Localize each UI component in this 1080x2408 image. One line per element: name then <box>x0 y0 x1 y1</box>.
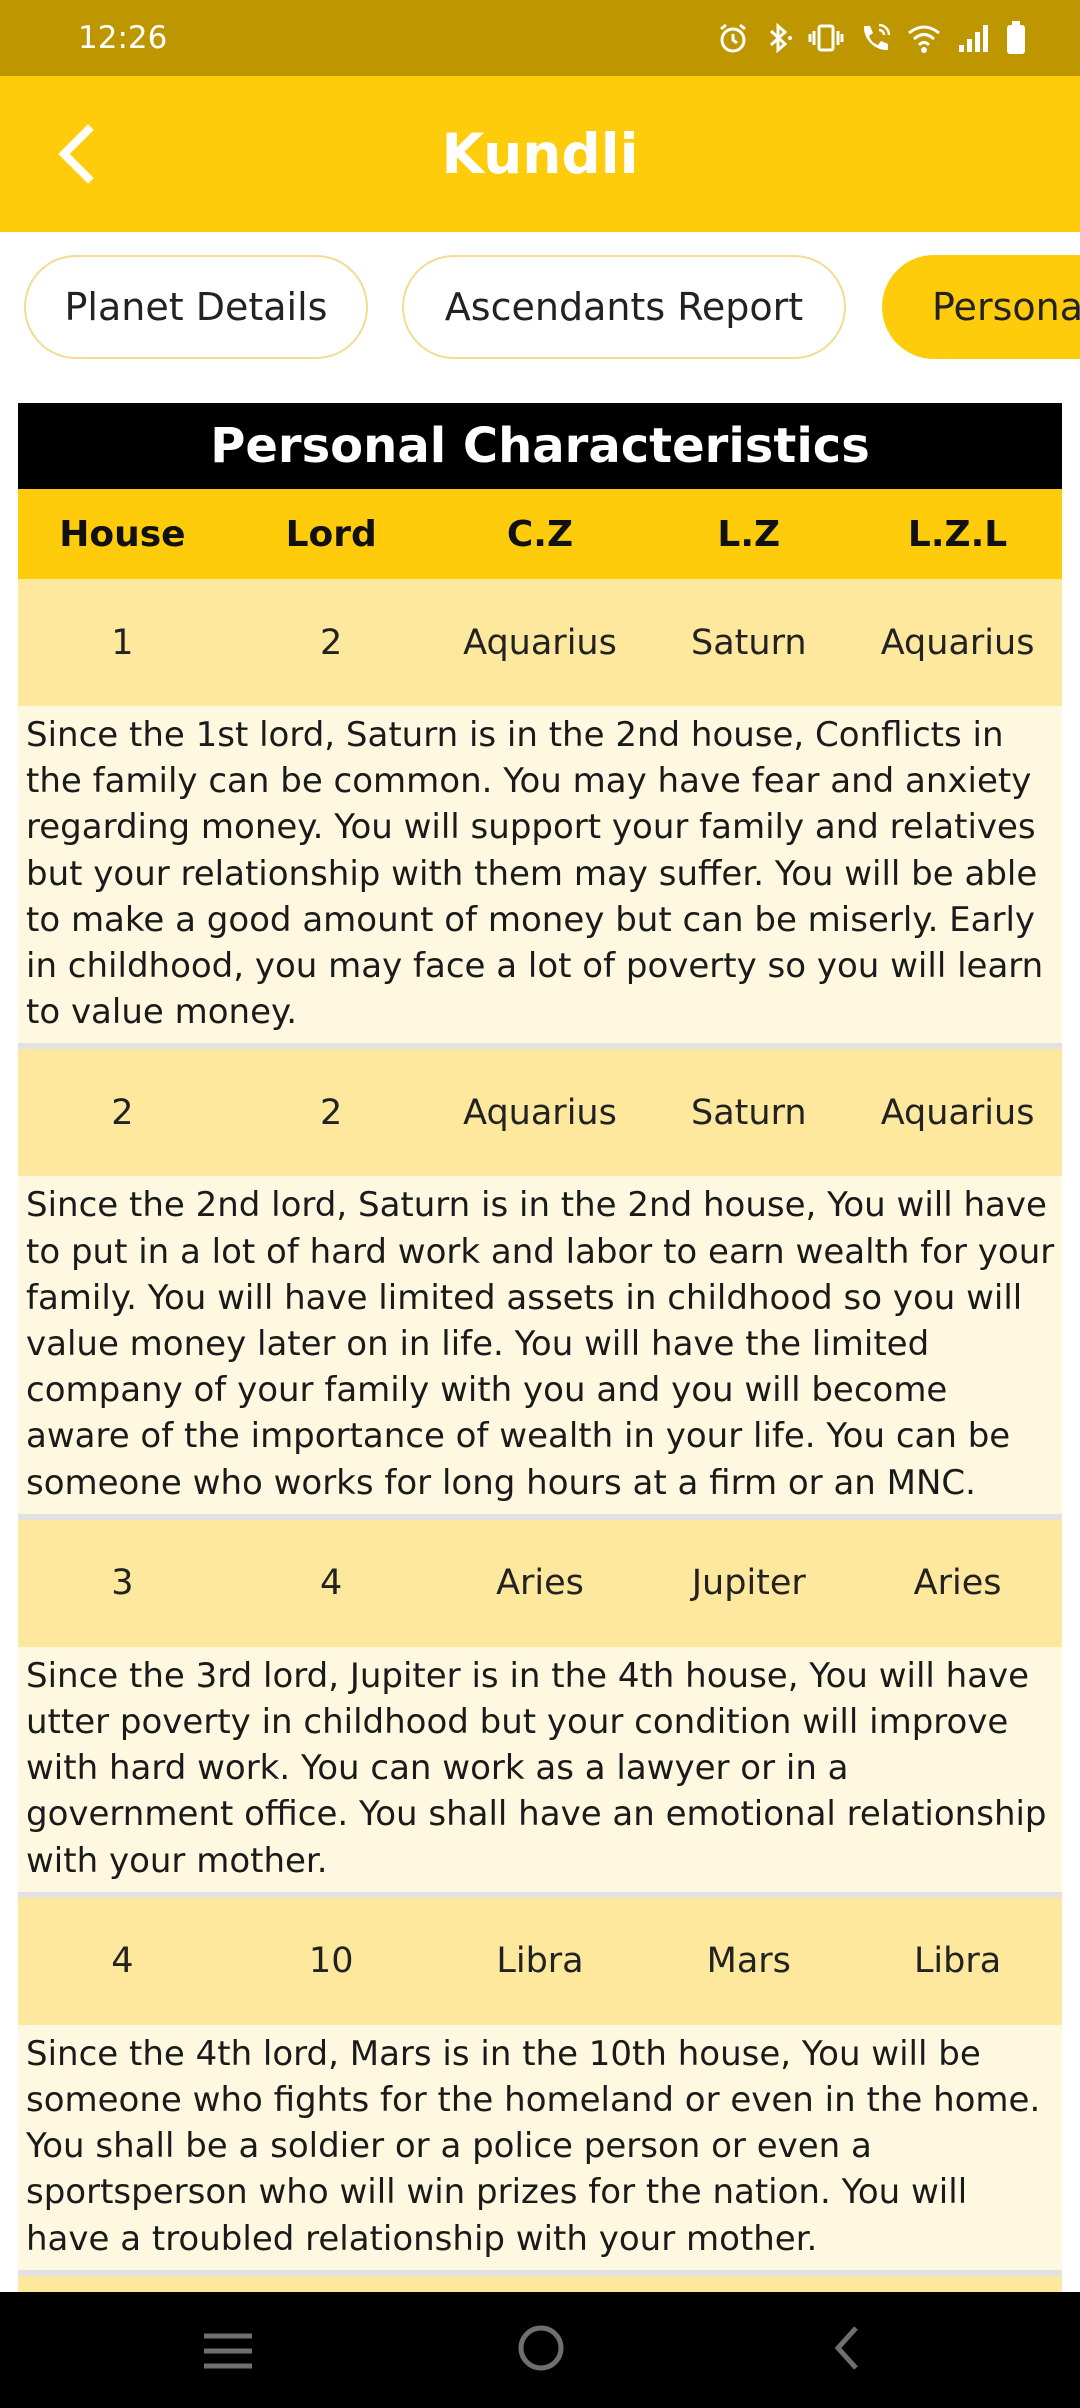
cell-lzl: Aries <box>913 1563 1002 1604</box>
cell-house: 3 <box>111 1563 134 1604</box>
home-icon <box>518 2325 564 2371</box>
battery-icon <box>1007 21 1025 54</box>
cell-cz: Aries <box>496 1563 584 1604</box>
home-button[interactable] <box>515 2322 567 2378</box>
row-description: Since the 4th lord, Mars is in the 10th … <box>18 2024 1062 2270</box>
column-header-lord: Lord <box>285 513 377 555</box>
table-row: 3 4 Aries Jupiter Aries <box>18 1519 1062 1647</box>
table-row: 1 2 Aquarius Saturn Aquarius <box>18 579 1062 706</box>
vibrate-icon <box>808 24 844 52</box>
cell-lord: 4 <box>320 1563 343 1604</box>
wifi-icon <box>908 25 940 53</box>
signal-icon <box>959 25 988 52</box>
cell-lz: Mars <box>706 1941 791 1982</box>
cell-lz: Saturn <box>691 622 807 663</box>
column-header-house: House <box>59 513 186 555</box>
cell-lzl: Libra <box>913 1941 1002 1982</box>
system-back-button[interactable] <box>826 2320 866 2380</box>
app-bar: Kundli <box>0 76 1080 232</box>
column-header-cz: C.Z <box>506 513 574 555</box>
bluetooth-icon <box>769 22 792 54</box>
cell-cz: Aquarius <box>463 1092 617 1133</box>
status-time: 12:26 <box>78 20 168 56</box>
back-arrow-icon <box>58 124 94 184</box>
cell-lz: Saturn <box>691 1092 807 1133</box>
row-description: Since the 3rd lord, Jupiter is in the 4t… <box>18 1646 1062 1892</box>
cell-lord: 2 <box>320 1092 343 1133</box>
tab-ascendants-report[interactable]: Ascendants Report <box>402 255 846 359</box>
cell-house: 2 <box>111 1092 134 1133</box>
recent-apps-button[interactable] <box>198 2326 258 2380</box>
table-row: 2 2 Aquarius Saturn Aquarius <box>18 1049 1062 1177</box>
column-header-lzl: L.Z.L <box>907 513 1008 555</box>
system-nav-bar <box>0 2292 1080 2408</box>
cell-lord: 10 <box>308 1941 354 1982</box>
alarm-icon <box>720 23 746 53</box>
cell-lz: Jupiter <box>691 1563 806 1604</box>
table-row: 4 10 Libra Mars Libra <box>18 1897 1062 2025</box>
cell-house: 4 <box>111 1941 134 1982</box>
back-button[interactable] <box>46 118 116 190</box>
row-description: Since the 1st lord, Saturn is in the 2nd… <box>18 706 1062 1044</box>
report-tabs: Planet Details Ascendants Report Persona <box>0 252 1080 362</box>
back-icon <box>834 2326 858 2370</box>
cell-lzl: Aquarius <box>880 1092 1035 1133</box>
cell-lzl: Aquarius <box>880 622 1035 663</box>
cell-cz: Libra <box>496 1941 584 1982</box>
tab-planet-details[interactable]: Planet Details <box>24 255 368 359</box>
recent-apps-icon <box>204 2333 252 2369</box>
cell-cz: Aquarius <box>463 622 617 663</box>
cell-house: 1 <box>111 622 134 663</box>
page-title: Kundli <box>441 122 639 186</box>
status-bar: 12:26 <box>0 0 1080 76</box>
table-header-row: House Lord C.Z L.Z L.Z.L <box>18 489 1062 579</box>
cell-lord: 2 <box>320 622 343 663</box>
status-icons <box>716 20 1028 56</box>
characteristics-table: Personal Characteristics House Lord C.Z … <box>18 403 1062 2403</box>
column-header-lz: L.Z <box>717 513 781 555</box>
table-title: Personal Characteristics <box>18 403 1062 489</box>
wifi-calling-icon <box>863 23 891 51</box>
row-description: Since the 2nd lord, Saturn is in the 2nd… <box>18 1176 1062 1514</box>
tab-personal-characteristics[interactable]: Persona <box>882 255 1080 359</box>
